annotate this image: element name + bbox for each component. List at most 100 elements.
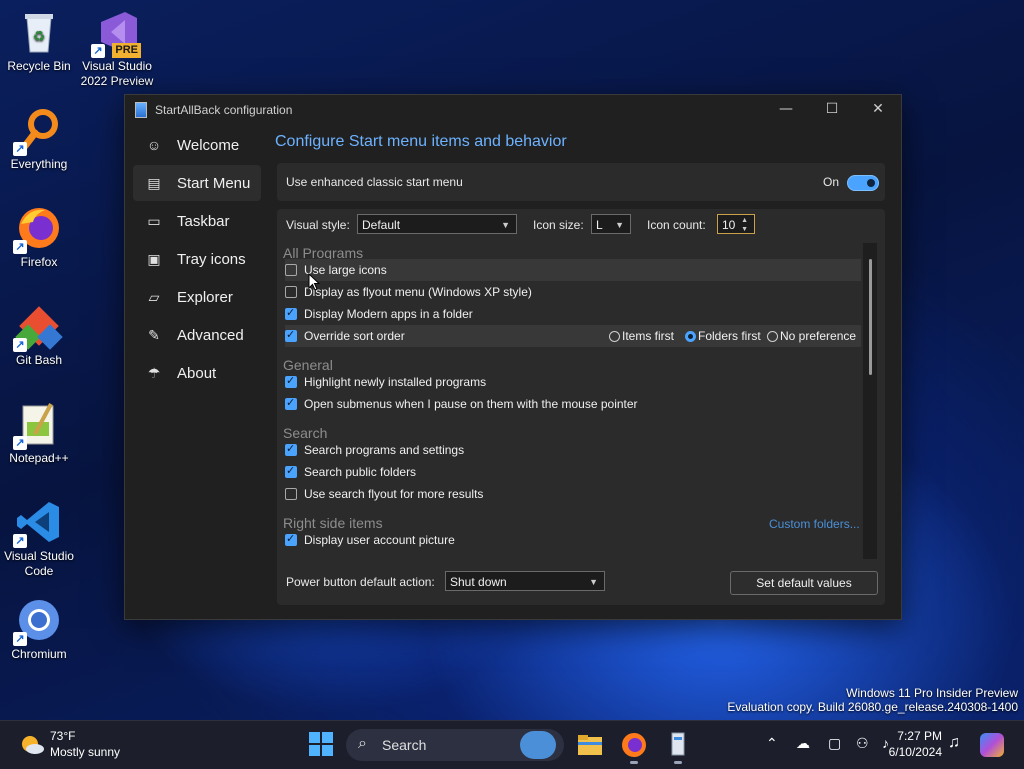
notepad-plus-plus-icon: ↗ [13,400,63,450]
option-override-sort[interactable]: Override sort order Items first Folders … [285,325,861,347]
power-button-label: Power button default action: [286,575,435,589]
firefox-taskbar-icon[interactable] [620,731,648,764]
desktop-icon-git-bash[interactable]: ↗ Git Bash [0,302,78,368]
shortcut-arrow-icon: ↗ [13,534,27,548]
copilot-icon[interactable] [980,733,1004,757]
desktop-icon-recycle-bin[interactable]: ♻ Recycle Bin [0,8,78,74]
desktop-icon-firefox[interactable]: ↗ Firefox [0,204,78,270]
shortcut-arrow-icon: ↗ [13,142,27,156]
onedrive-offline-icon[interactable]: ☁ [796,735,810,752]
option-modern-apps[interactable]: Display Modern apps in a folder [285,303,473,325]
startallback-taskbar-icon[interactable] [664,731,692,764]
visual-style-select[interactable]: Default ▼ [357,214,517,234]
running-indicator [630,761,638,764]
sidebar-item-tray-icons[interactable]: ▣ Tray icons [133,241,261,277]
title-bar[interactable]: StartAllBack configuration — ☐ ✕ [125,95,901,125]
checkbox-flyout[interactable] [285,286,297,298]
checkbox-open-submenus[interactable] [285,396,297,410]
windows-watermark: Windows 11 Pro Insider Preview Evaluatio… [727,686,1018,714]
icon-count-spinner[interactable]: 10 ▲ ▼ [717,214,755,234]
option-user-picture[interactable]: Display user account picture [285,529,455,551]
search-highlight-icon [520,731,556,759]
sidebar-item-explorer[interactable]: ▱ Explorer [133,279,261,315]
option-flyout[interactable]: Display as flyout menu (Windows XP style… [285,281,532,303]
set-default-values-button[interactable]: Set default values [730,571,878,595]
notification-bell-icon[interactable]: ♫ [948,734,960,752]
taskbar-search-box[interactable]: ⌕ Search [346,729,564,761]
weather-sun-icon[interactable] [18,731,46,759]
checkbox-user-picture[interactable] [285,532,297,546]
shortcut-arrow-icon: ↗ [13,338,27,352]
everything-magnifier-icon: ↗ [13,106,63,156]
option-label: Use search flyout for more results [304,487,484,501]
option-open-submenus[interactable]: Open submenus when I pause on them with … [285,393,638,415]
radio-label: Items first [622,329,675,343]
desktop-icon-vscode[interactable]: ↗ Visual Studio Code [0,498,78,579]
sidebar-item-welcome[interactable]: ☺ Welcome [133,127,261,163]
icon-size-select[interactable]: L ▼ [591,214,631,234]
sidebar-item-taskbar[interactable]: ▭ Taskbar [133,203,261,239]
checkbox-search-public[interactable] [285,464,297,478]
desktop-icon-everything[interactable]: ↗ Everything [0,106,78,172]
network-icon[interactable]: ⚇ [856,735,869,752]
enhanced-menu-card: Use enhanced classic start menu On [277,163,885,201]
clock-date[interactable]: 6/10/2024 [880,745,942,759]
chevron-up-icon[interactable]: ⌃ [766,735,778,752]
options-card: Visual style: Default ▼ Icon size: L ▼ I… [277,209,885,605]
checkbox-highlight-new[interactable] [285,374,297,388]
radio-circle [685,331,696,342]
option-search-flyout[interactable]: Use search flyout for more results [285,483,483,505]
desktop-icon-visual-studio-preview[interactable]: ↗ PRE Visual Studio 2022 Preview [78,8,156,89]
minimize-button[interactable]: — [763,95,809,125]
radio-items-first[interactable]: Items first [609,329,674,343]
clock-time[interactable]: 7:27 PM [884,729,942,743]
radio-label: No preference [780,329,857,343]
desktop-icon-label: Git Bash [15,353,63,367]
vscode-icon: ↗ [13,498,63,548]
checkbox-search-programs[interactable] [285,442,297,456]
sidebar-item-label: Explorer [177,288,233,306]
option-label: Override sort order [304,329,405,343]
option-search-public[interactable]: Search public folders [285,461,416,483]
shortcut-arrow-icon: ↗ [91,44,105,58]
radio-no-preference[interactable]: No preference [767,329,856,343]
firefox-icon: ↗ [13,204,63,254]
running-indicator [674,761,682,764]
sidebar-item-about[interactable]: ☂ About [133,355,261,391]
option-highlight-new[interactable]: Highlight newly installed programs [285,371,486,393]
custom-folders-link[interactable]: Custom folders... [769,517,860,531]
file-explorer-icon[interactable] [576,731,604,759]
git-bash-icon: ↗ [13,302,63,352]
enhanced-menu-toggle[interactable] [847,175,879,191]
sidebar-item-start-menu[interactable]: ▤ Start Menu [133,165,261,201]
windows-start-icon[interactable] [308,731,336,759]
scrollbar-thumb[interactable] [869,259,872,375]
maximize-button[interactable]: ☐ [809,95,855,125]
weather-description[interactable]: Mostly sunny [50,745,120,759]
close-button[interactable]: ✕ [855,95,901,125]
spinner-down-icon[interactable]: ▼ [741,220,748,240]
checkbox-large-icons[interactable] [285,264,297,276]
checkbox-modern-apps[interactable] [285,306,297,320]
desktop-icon-chromium[interactable]: ↗ Chromium [0,596,78,662]
sidebar-item-label: Welcome [177,136,240,154]
checkbox-search-flyout[interactable] [285,488,297,500]
page-title: Configure Start menu items and behavior [275,133,567,150]
sidebar-item-advanced[interactable]: ✎ Advanced [133,317,261,353]
checkbox-override-sort[interactable] [285,328,297,342]
visual-style-value: Default [362,218,401,232]
power-button-select[interactable]: Shut down ▼ [445,571,605,591]
weather-temperature[interactable]: 73°F [50,729,75,743]
option-large-icons[interactable]: Use large icons [285,259,861,281]
sidebar-item-label: About [177,364,217,382]
desktop-icon-notepad-plus-plus[interactable]: ↗ Notepad++ [0,400,78,466]
svg-text:♻: ♻ [33,29,46,45]
radio-folders-first[interactable]: Folders first [685,329,761,343]
startallback-app-icon [135,102,147,118]
options-scrollbar[interactable] [863,243,877,559]
watermark-line1: Windows 11 Pro Insider Preview [846,686,1018,700]
shortcut-arrow-icon: ↗ [13,632,27,646]
option-search-programs[interactable]: Search programs and settings [285,439,464,461]
radio-circle [767,331,778,342]
display-icon[interactable]: ▢ [828,735,841,752]
